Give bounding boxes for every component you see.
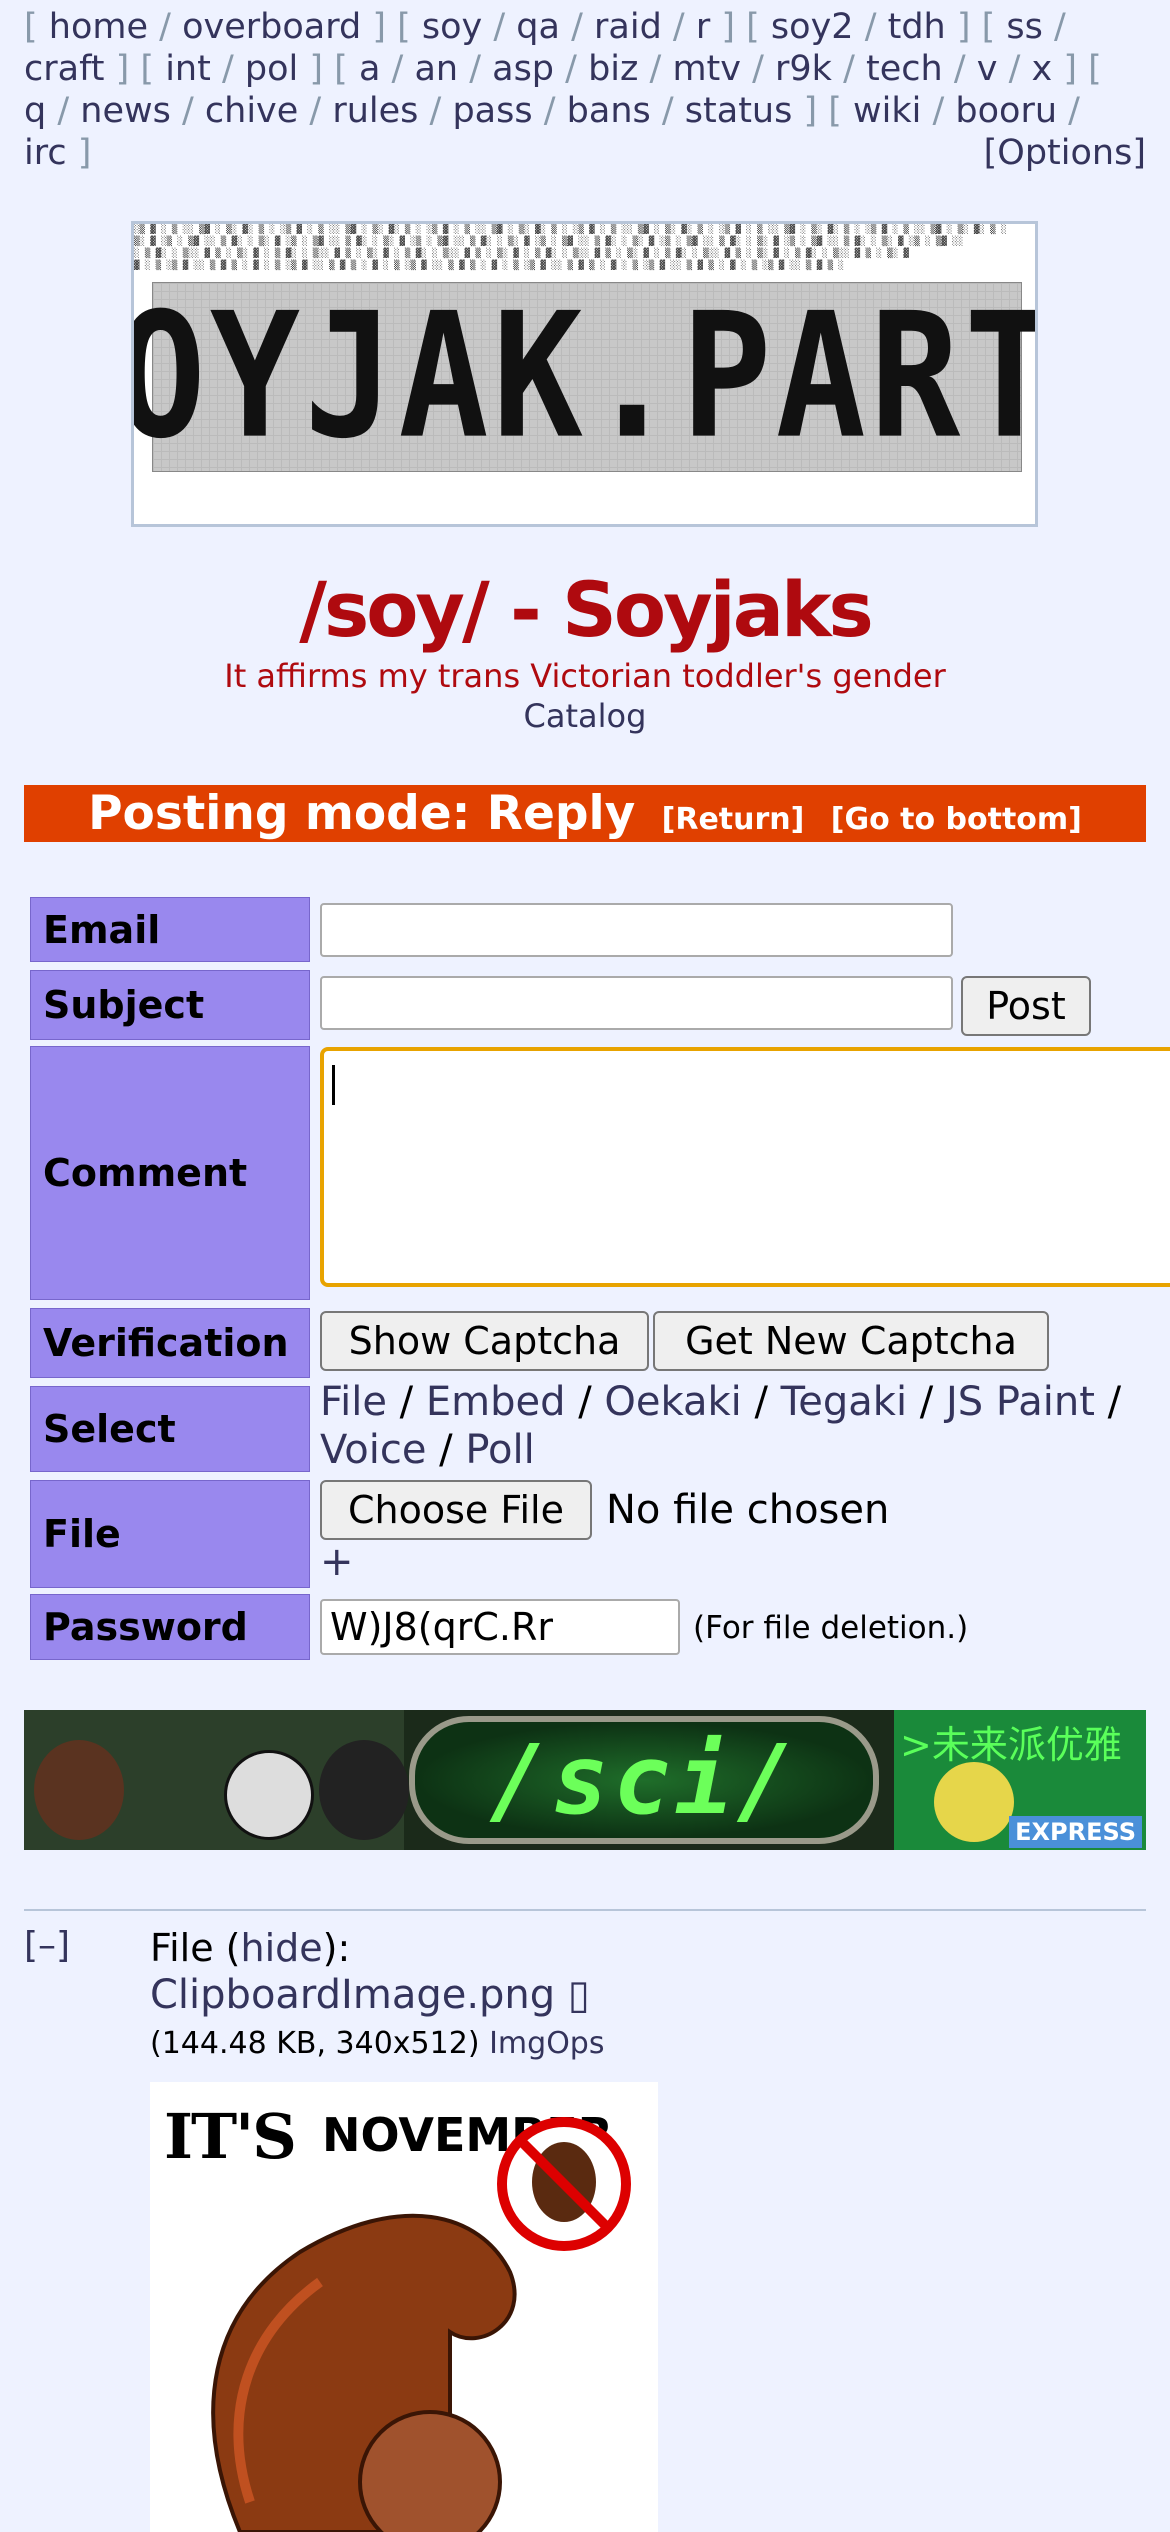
catalog-container: Catalog — [0, 696, 1170, 736]
board-title: /soy/ - Soyjaks — [299, 565, 874, 654]
sci-board-screen: /sci/ — [409, 1716, 879, 1844]
banner-logo-text: SOYJAK.PARTY — [131, 276, 1035, 478]
nav-irc[interactable]: irc — [24, 133, 67, 173]
nav-pol[interactable]: pol — [245, 49, 298, 89]
nav-asp[interactable]: asp — [492, 49, 554, 89]
character-face — [34, 1740, 124, 1840]
site-banner[interactable]: ░▒ ▓ ░ ▒ ░░ ▒▓ ░ ▒░ ▓░ ▒ ░ ░▒ ▓ ░ ▒ ░░ ▒… — [131, 221, 1038, 527]
file-info: File (hide): — [150, 1925, 350, 1971]
image-illustration — [211, 2117, 631, 2532]
file-prefix: File ( — [150, 1926, 241, 1970]
file-suffix: ): — [322, 1926, 351, 1970]
nav-an[interactable]: an — [414, 49, 458, 89]
select-embed-link[interactable]: Embed — [426, 1379, 566, 1425]
select-jspaint-link[interactable]: JS Paint — [946, 1379, 1095, 1425]
nav-tech[interactable]: tech — [866, 49, 943, 89]
hide-file-link[interactable]: hide — [241, 1926, 323, 1970]
select-file-link[interactable]: File — [320, 1379, 387, 1425]
board-subtitle: It affirms my trans Victorian toddler's … — [224, 657, 946, 695]
nav-bans[interactable]: bans — [567, 91, 651, 131]
password-input[interactable]: W)J8(qrC.Rr — [320, 1599, 680, 1655]
comment-label: Comment — [30, 1046, 310, 1300]
go-to-bottom-link[interactable]: [Go to bottom] — [831, 802, 1082, 837]
file-meta: (144.48 KB, 340x512) ImgOps — [150, 2024, 604, 2064]
select-label: Select — [30, 1386, 310, 1472]
file-icon[interactable]: ▯ — [568, 1972, 590, 2018]
nav-raid[interactable]: raid — [594, 7, 662, 47]
nav-tdh[interactable]: tdh — [888, 7, 946, 47]
select-tegaki-link[interactable]: Tegaki — [781, 1379, 907, 1425]
banner-characters — [24, 1710, 409, 1850]
add-file-container: + — [320, 1538, 354, 1586]
nav-soy2[interactable]: soy2 — [771, 7, 854, 47]
select-poll-link[interactable]: Poll — [465, 1427, 534, 1473]
nav-ss[interactable]: ss — [1006, 7, 1042, 47]
divider — [24, 1909, 1146, 1911]
nav-chive[interactable]: chive — [205, 91, 298, 131]
file-label: File — [30, 1480, 310, 1588]
nav-booru[interactable]: booru — [955, 91, 1057, 131]
nav-pass[interactable]: pass — [452, 91, 532, 131]
options-link[interactable]: [Options] — [984, 132, 1146, 174]
board-ad-banner[interactable]: /sci/ >未来派优雅 EXPRESS — [24, 1710, 1146, 1850]
comment-textarea[interactable] — [320, 1047, 1170, 1287]
banner-corner-logo: EXPRESS — [1009, 1816, 1142, 1848]
nav-soy[interactable]: soy — [422, 7, 482, 47]
character-face — [934, 1762, 1014, 1842]
nav-a[interactable]: a — [359, 49, 380, 89]
no-file-chosen-text: No file chosen — [606, 1487, 890, 1533]
subject-input[interactable] — [320, 976, 953, 1030]
nav-v[interactable]: v — [977, 49, 998, 89]
banner-jp-text: >未来派优雅 — [900, 1723, 1122, 1767]
filename-container: ClipboardImage.png ▯ — [150, 1972, 590, 2018]
nav-mtv[interactable]: mtv — [672, 49, 741, 89]
password-note: (For file deletion.) — [693, 1610, 969, 1646]
subject-label: Subject — [30, 970, 310, 1040]
file-size-dims: (144.48 KB, 340x512) — [150, 2026, 480, 2061]
nav-q[interactable]: q — [24, 91, 46, 131]
posting-mode-banner: Posting mode: Reply [Return] [Go to bott… — [24, 785, 1146, 842]
nav-home[interactable]: home — [49, 7, 148, 47]
verification-label: Verification — [30, 1308, 310, 1378]
collapse-post-button[interactable]: [–] — [24, 1925, 70, 1966]
character-face — [224, 1750, 314, 1840]
select-voice-link[interactable]: Voice — [320, 1427, 426, 1473]
nav-r9k[interactable]: r9k — [775, 49, 832, 89]
posting-mode-text: Posting mode: Reply — [88, 786, 636, 841]
post-button[interactable]: Post — [961, 976, 1091, 1036]
select-options: File / Embed / Oekaki / Tegaki / JS Pain… — [320, 1379, 1122, 1473]
select-oekaki-link[interactable]: Oekaki — [604, 1379, 741, 1425]
show-captcha-button[interactable]: Show Captcha — [320, 1311, 649, 1371]
filename-link[interactable]: ClipboardImage.png — [150, 1972, 555, 2018]
email-input[interactable] — [320, 903, 953, 957]
catalog-link[interactable]: Catalog — [524, 697, 647, 735]
password-label: Password — [30, 1594, 310, 1660]
add-file-link[interactable]: + — [320, 1539, 354, 1585]
character-face — [319, 1740, 409, 1840]
imgops-link[interactable]: ImgOps — [489, 2026, 604, 2061]
banner-right-panel: >未来派优雅 EXPRESS — [894, 1710, 1146, 1850]
nav-int[interactable]: int — [165, 49, 211, 89]
nav-r[interactable]: r — [696, 7, 710, 47]
nav-news[interactable]: news — [80, 91, 171, 131]
board-list: [ home / overboard ] [ soy / qa / raid /… — [24, 7, 1146, 174]
nav-status[interactable]: status — [685, 91, 793, 131]
post-image-thumbnail[interactable]: IT'S NOVEMBER — [150, 2082, 658, 2532]
email-label: Email — [30, 897, 310, 962]
nav-x[interactable]: x — [1032, 49, 1053, 89]
nav-qa[interactable]: qa — [516, 7, 560, 47]
new-captcha-button[interactable]: Get New Captcha — [653, 1311, 1049, 1371]
nav-craft[interactable]: craft — [24, 49, 105, 89]
nav-wiki[interactable]: wiki — [853, 91, 921, 131]
return-link[interactable]: [Return] — [662, 802, 805, 837]
nav-overboard[interactable]: overboard — [182, 7, 361, 47]
nav-biz[interactable]: biz — [588, 49, 638, 89]
choose-file-button[interactable]: Choose File — [320, 1480, 592, 1540]
banner-logo: SOYJAK.PARTY — [134, 277, 1035, 477]
nav-rules[interactable]: rules — [332, 91, 418, 131]
text-caret — [332, 1065, 335, 1105]
